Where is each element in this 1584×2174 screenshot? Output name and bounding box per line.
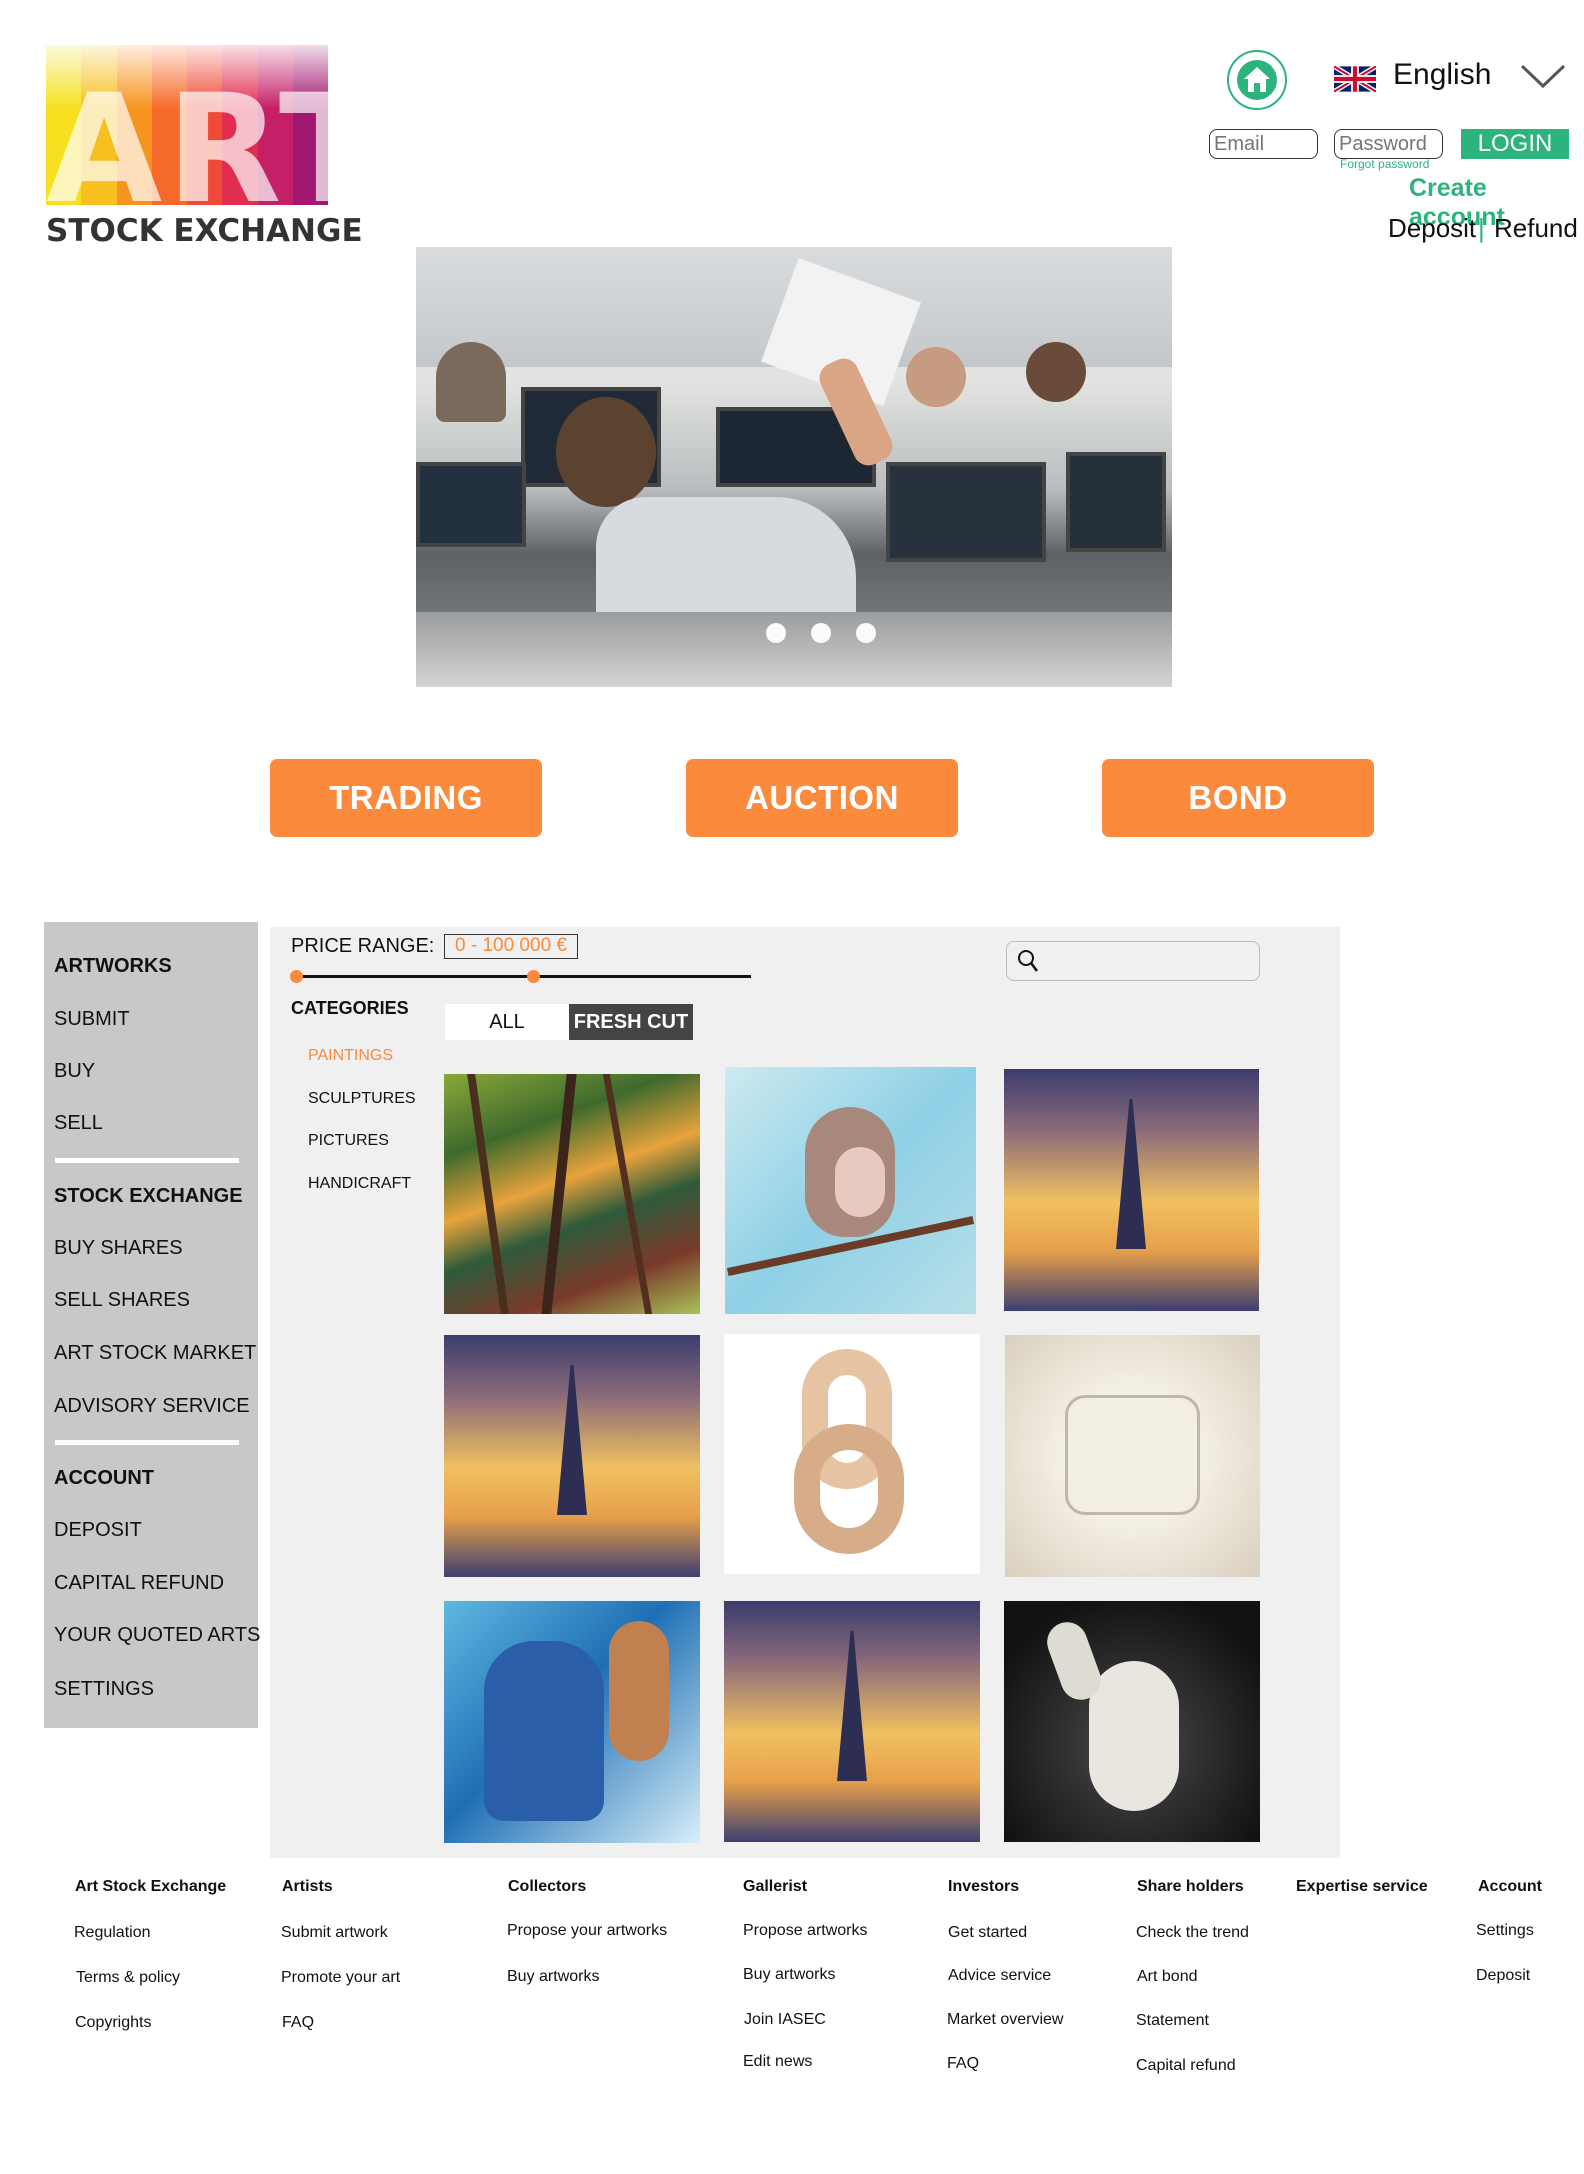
category-paintings[interactable]: PAINTINGS <box>308 1047 393 1065</box>
footer-link-gallerist-buy-artworks[interactable]: Buy artworks <box>743 1966 835 1984</box>
tab-fresh-cut[interactable]: FRESH CUT <box>569 1004 693 1040</box>
footer-link-submit-artwork[interactable]: Submit artwork <box>281 1924 388 1942</box>
artwork-eiffel-painting[interactable] <box>724 1601 980 1842</box>
sidebar-divider <box>55 1440 239 1445</box>
footer-link-get-started[interactable]: Get started <box>948 1924 1027 1942</box>
footer-link-market-overview[interactable]: Market overview <box>947 2011 1063 2029</box>
price-slider-max-handle[interactable] <box>527 970 540 983</box>
price-slider-min-handle[interactable] <box>290 970 303 983</box>
artwork-eiffel-painting[interactable] <box>1004 1069 1259 1311</box>
sidebar-heading-stock-exchange[interactable]: STOCK EXCHANGE <box>54 1185 243 1208</box>
artwork-eiffel-painting[interactable] <box>444 1335 700 1577</box>
category-handicraft[interactable]: HANDICRAFT <box>308 1175 411 1193</box>
email-field[interactable] <box>1209 129 1318 159</box>
sidebar-heading-artworks[interactable]: ARTWORKS <box>54 955 172 978</box>
footer-heading-gallerist: Gallerist <box>743 1878 808 1895</box>
sidebar-item-deposit[interactable]: DEPOSIT <box>54 1519 142 1542</box>
artwork-typography-sketch[interactable] <box>1005 1335 1260 1577</box>
footer-link-edit-news[interactable]: Edit news <box>743 2053 812 2071</box>
home-icon <box>1237 60 1277 100</box>
search-input[interactable] <box>1006 941 1260 981</box>
footer-heading-expertise-service[interactable]: Expertise service <box>1296 1878 1428 1896</box>
sidebar-item-settings[interactable]: SETTINGS <box>54 1678 154 1701</box>
price-range-label: PRICE RANGE: <box>291 935 435 957</box>
hero-banner-image <box>416 247 1172 687</box>
uk-flag-icon[interactable] <box>1332 64 1378 94</box>
home-button[interactable] <box>1227 50 1287 110</box>
sidebar-item-your-quoted-arts[interactable]: YOUR QUOTED ARTS <box>54 1624 260 1647</box>
price-range-value: 0 - 100 000 € <box>444 934 578 959</box>
footer-link-promote-your-art[interactable]: Promote your art <box>281 1969 400 1987</box>
artwork-rabbit-sculpture[interactable] <box>1004 1601 1260 1842</box>
sidebar-item-sell[interactable]: SELL <box>54 1112 103 1135</box>
category-pictures[interactable]: PICTURES <box>308 1132 389 1150</box>
sidebar-item-sell-shares[interactable]: SELL SHARES <box>54 1289 190 1312</box>
footer-link-advice-service[interactable]: Advice service <box>948 1967 1051 1985</box>
footer-link-account-deposit[interactable]: Deposit <box>1476 1967 1530 1985</box>
sidebar-heading-account[interactable]: ACCOUNT <box>54 1467 154 1490</box>
sidebar-item-buy[interactable]: BUY <box>54 1060 95 1083</box>
logo-letters: ART <box>46 85 328 215</box>
carousel-dot-1[interactable] <box>766 623 786 643</box>
footer-link-capital-refund[interactable]: Capital refund <box>1136 2057 1236 2075</box>
footer-link-faq[interactable]: FAQ <box>282 2014 314 2032</box>
artwork-blue-portrait-painting[interactable] <box>444 1601 700 1843</box>
footer-link-check-the-trend[interactable]: Check the trend <box>1136 1924 1249 1942</box>
footer-link-copyrights[interactable]: Copyrights <box>75 2014 151 2032</box>
footer-link-regulation[interactable]: Regulation <box>74 1924 151 1942</box>
sidebar-item-buy-shares[interactable]: BUY SHARES <box>54 1237 183 1260</box>
footer-link-statement[interactable]: Statement <box>1136 2012 1209 2030</box>
price-slider-track[interactable] <box>293 975 751 978</box>
tab-all[interactable]: ALL <box>445 1004 569 1040</box>
logo[interactable]: ART STOCK EXCHANGE <box>46 45 363 253</box>
forgot-password-link[interactable]: Forgot password <box>1340 157 1429 171</box>
carousel-dot-3[interactable] <box>856 623 876 643</box>
footer-link-art-bond[interactable]: Art bond <box>1137 1968 1197 1986</box>
login-button[interactable]: LOGIN <box>1461 129 1569 159</box>
footer-link-propose-your-artworks[interactable]: Propose your artworks <box>507 1922 667 1940</box>
artwork-forest-painting[interactable] <box>444 1074 700 1314</box>
language-selector[interactable]: English <box>1393 58 1491 92</box>
footer-heading-collectors: Collectors <box>508 1878 587 1895</box>
footer-link-propose-artworks[interactable]: Propose artworks <box>743 1922 868 1940</box>
sidebar-item-submit[interactable]: SUBMIT <box>54 1008 130 1031</box>
footer-link-buy-artworks[interactable]: Buy artworks <box>507 1968 599 1986</box>
footer-link-terms-policy[interactable]: Terms & policy <box>76 1969 180 1987</box>
password-field[interactable] <box>1334 129 1443 159</box>
sidebar: ARTWORKS SUBMIT BUY SELL STOCK EXCHANGE … <box>44 922 260 1728</box>
bond-button[interactable]: BOND <box>1102 759 1374 837</box>
sidebar-item-capital-refund[interactable]: CAPITAL REFUND <box>54 1572 224 1595</box>
categories-label: CATEGORIES <box>291 998 409 1018</box>
footer-link-settings[interactable]: Settings <box>1476 1922 1534 1940</box>
sidebar-item-art-stock-market[interactable]: ART STOCK MARKET <box>54 1342 256 1365</box>
deposit-link[interactable]: Deposit <box>1388 213 1476 244</box>
link-separator: | <box>1478 213 1485 243</box>
artwork-bird-painting[interactable] <box>725 1067 976 1314</box>
logo-subtitle: STOCK EXCHANGE <box>46 213 363 249</box>
artwork-knot-sculpture[interactable] <box>724 1334 980 1574</box>
auction-button[interactable]: AUCTION <box>686 759 958 837</box>
refund-link[interactable]: Refund <box>1494 213 1578 244</box>
chevron-down-icon[interactable] <box>1518 58 1568 94</box>
sidebar-item-advisory-service[interactable]: ADVISORY SERVICE <box>54 1395 250 1418</box>
footer-link-investors-faq[interactable]: FAQ <box>947 2055 979 2073</box>
carousel-dot-2[interactable] <box>811 623 831 643</box>
category-sculptures[interactable]: SCULPTURES <box>308 1090 416 1108</box>
footer-heading-artists: Artists <box>282 1878 333 1895</box>
trading-button[interactable]: TRADING <box>270 759 542 837</box>
footer-heading-investors: Investors <box>948 1878 1020 1895</box>
sidebar-divider <box>55 1158 239 1163</box>
search-icon <box>1017 949 1039 973</box>
footer-heading-account: Account <box>1478 1878 1542 1895</box>
footer-heading-share-holders: Share holders <box>1137 1878 1244 1895</box>
footer-link-join-iasec[interactable]: Join IASEC <box>744 2011 826 2029</box>
footer-heading-art-stock-exchange: Art Stock Exchange <box>75 1878 227 1895</box>
